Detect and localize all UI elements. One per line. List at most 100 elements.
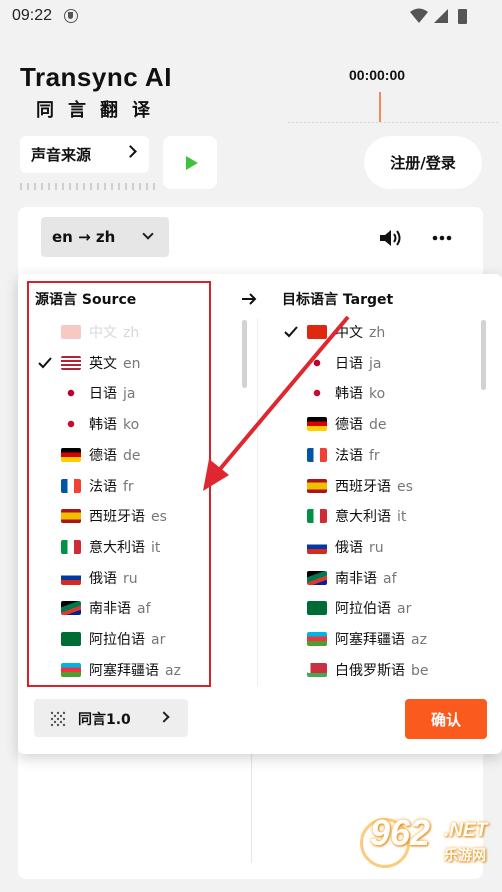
flag-jp-icon [307,355,327,370]
flag-kr-icon [307,386,327,401]
audio-source-button[interactable]: 声音来源 [20,136,149,173]
language-option-ja[interactable]: 日语 ja [283,348,478,378]
language-code: en [123,355,141,372]
language-code: zh [123,325,140,341]
language-option-it[interactable]: 意大利语 it [37,532,242,562]
source-language-list[interactable]: 中文 zh 英文 en 日语 ja 韩语 ko 德语 de 法语 fr 西班牙语 es 意大利语 it 俄语 ru… [37,317,242,681]
language-option-en[interactable]: 英文 en [37,348,242,378]
language-name: 韩语 ko [335,386,386,403]
language-code: az [165,662,181,679]
language-code: af [137,601,151,618]
language-option-zh: 中文 zh [37,317,242,347]
record-timer: 00:00:00 [349,67,406,83]
language-name: 白俄罗斯语 be [335,662,429,679]
language-name: 法语 fr [335,447,380,464]
flag-us-icon [61,355,81,370]
language-code: ko [369,386,386,403]
language-option-fr[interactable]: 法语 fr [283,440,478,470]
waveform-baseline [288,122,498,123]
speaker-icon[interactable] [379,228,403,248]
language-option-ko[interactable]: 韩语 ko [283,378,478,408]
language-name: 中文 zh [335,325,386,341]
language-name: 南非语 af [335,570,397,587]
flag-fr-icon [307,447,327,462]
flag-sa-icon [61,632,81,646]
flag-it-icon [61,539,81,554]
language-option-de[interactable]: 德语 de [283,409,478,439]
language-option-af[interactable]: 南非语 af [283,563,478,593]
language-code: ja [123,386,136,403]
flag-za-icon [307,570,327,585]
app-title: Transync AI [20,62,172,92]
flag-ru-icon [307,539,327,554]
language-code: ru [123,570,138,587]
watermark-domain: .NET [444,820,488,841]
language-code: az [411,632,427,648]
language-option-af[interactable]: 南非语 af [37,593,242,623]
flag-by-icon [307,662,327,677]
flag-es-icon [307,478,327,493]
language-code: ko [123,417,140,434]
flag-za-icon [61,601,81,616]
language-name: 俄语 ru [335,539,384,556]
language-code: be [411,662,429,679]
login-button[interactable]: 注册/登录 [364,136,482,189]
column-divider [257,318,258,686]
confirm-button[interactable]: 确认 [405,699,487,739]
language-name: 阿塞拜疆语 az [89,662,181,679]
language-code: it [151,539,161,556]
language-option-be[interactable]: 白俄罗斯语 be [283,655,478,681]
source-scrollbar[interactable] [242,320,247,388]
language-pair-label: en → zh [52,228,116,246]
target-column-title: 目标语言 Target [282,292,394,308]
model-icon [50,711,66,727]
language-option-az[interactable]: 阿塞拜疆语 az [37,655,242,681]
audio-waveform [288,90,498,124]
language-code: de [123,447,141,464]
language-name: 阿塞拜疆语 az [335,632,427,648]
language-pair-selector[interactable]: en → zh [41,217,169,257]
language-option-fr[interactable]: 法语 fr [37,471,242,501]
target-scrollbar[interactable] [481,320,486,390]
more-options-icon[interactable] [432,235,452,241]
language-code: fr [123,478,134,495]
status-time: 09:22 [12,7,53,24]
flag-fr-icon [61,478,81,493]
arrow-right-icon [242,293,257,305]
language-code: fr [369,447,380,464]
flag-az-icon [61,662,81,677]
language-option-es[interactable]: 西班牙语 es [283,471,478,501]
model-version-button[interactable]: 同言1.0 [34,699,188,737]
play-button[interactable] [163,136,217,189]
language-option-az[interactable]: 阿塞拜疆语 az [283,624,478,654]
language-option-it[interactable]: 意大利语 it [283,501,478,531]
language-option-zh[interactable]: 中文 zh [283,317,478,347]
language-option-ar[interactable]: 阿拉伯语 ar [37,624,242,654]
flag-cn-icon [61,325,81,339]
language-code: es [151,509,167,526]
language-code: ru [369,539,384,556]
language-option-ko[interactable]: 韩语 ko [37,409,242,439]
language-option-ja[interactable]: 日语 ja [37,378,242,408]
flag-jp-icon [61,386,81,401]
audio-source-label: 声音来源 [31,146,92,164]
language-option-es[interactable]: 西班牙语 es [37,501,242,531]
language-name: 韩语 ko [89,417,140,434]
site-watermark: 962 .NET 乐游网 [360,812,500,884]
flag-sa-icon [307,601,327,616]
checkmark-icon [284,326,298,338]
source-column-title: 源语言 Source [35,292,137,308]
language-name: 德语 de [89,447,141,464]
language-option-de[interactable]: 德语 de [37,440,242,470]
chevron-right-icon [124,145,137,158]
language-option-ru[interactable]: 俄语 ru [283,532,478,562]
language-name: 阿拉伯语 ar [89,632,166,648]
language-code: af [383,570,397,587]
language-option-ru[interactable]: 俄语 ru [37,563,242,593]
language-name: 法语 fr [89,478,134,495]
target-language-list[interactable]: 中文 zh 日语 ja 韩语 ko 德语 de 法语 fr 西班牙语 es 意大利语 it 俄语 ru 南非语 a… [283,317,478,681]
wifi-icon [410,8,428,23]
language-option-ar[interactable]: 阿拉伯语 ar [283,593,478,623]
waveform-cursor [379,92,381,122]
watermark-site: 乐游网 [444,848,486,864]
